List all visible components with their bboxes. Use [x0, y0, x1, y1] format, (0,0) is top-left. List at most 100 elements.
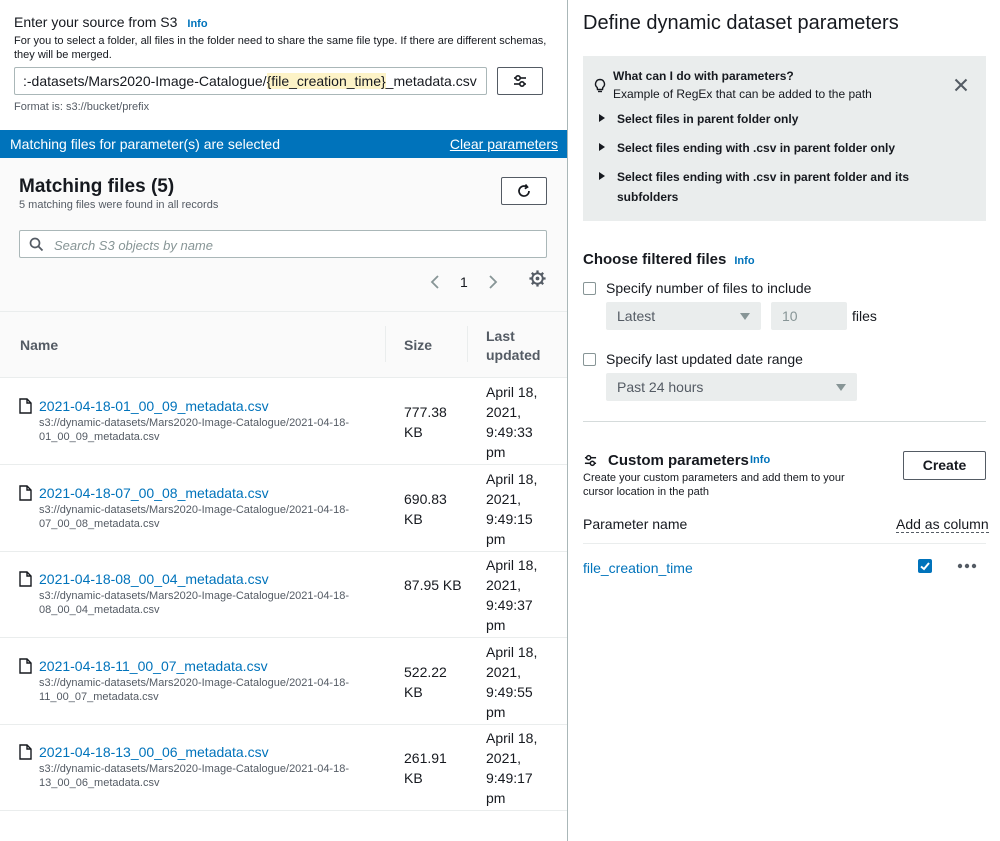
choose-info-link[interactable]: Info	[734, 255, 754, 267]
prev-page-button[interactable]	[428, 273, 442, 296]
file-last-updated: April 18, 2021, 9:49:33 pm	[486, 384, 538, 460]
search-box	[19, 230, 547, 258]
column-size[interactable]: Size	[404, 337, 432, 353]
help-item-label-continued: subfolders	[617, 190, 679, 204]
dropdown-arrow-icon	[836, 384, 846, 391]
caret-right-icon	[599, 143, 605, 151]
specify-number-checkbox[interactable]	[583, 282, 596, 295]
help-item-label: Select files ending with .csv in parent …	[617, 141, 896, 155]
file-name-link[interactable]: 2021-04-18-08_00_04_metadata.csv	[39, 571, 269, 587]
file-size: 87.95 KB	[404, 577, 462, 593]
create-button[interactable]: Create	[903, 451, 986, 480]
files-label: files	[852, 308, 877, 324]
file-path: s3://dynamic-datasets/Mars2020-Image-Cat…	[39, 677, 349, 703]
file-count-value: 10	[782, 308, 798, 324]
latest-dropdown-value: Latest	[617, 308, 656, 324]
source-title: Enter your source from S3 Info	[14, 14, 208, 30]
chevron-right-icon	[489, 275, 498, 289]
add-as-column-checkbox[interactable]	[918, 559, 932, 573]
file-name-link[interactable]: 2021-04-18-07_00_08_metadata.csv	[39, 485, 269, 501]
file-icon	[19, 485, 32, 501]
help-item-parent-only[interactable]: Select files in parent folder only	[599, 112, 798, 126]
path-parameter[interactable]: {file_creation_time}	[266, 73, 386, 89]
custom-parameters-description: Create your custom parameters and add th…	[583, 472, 845, 498]
file-path: s3://dynamic-datasets/Mars2020-Image-Cat…	[39, 763, 349, 789]
help-item-label: Select files ending with .csv in parent …	[617, 170, 910, 184]
specify-date-checkbox[interactable]	[583, 353, 596, 366]
file-path: s3://dynamic-datasets/Mars2020-Image-Cat…	[39, 417, 349, 443]
refresh-icon	[518, 183, 530, 197]
more-options-icon	[957, 563, 977, 569]
file-size: 522.22 KB	[404, 664, 447, 700]
file-icon	[19, 398, 32, 414]
matching-files-title: Matching files (5)	[19, 176, 175, 197]
sliders-icon	[584, 454, 597, 467]
date-range-dropdown[interactable]: Past 24 hours	[606, 373, 857, 401]
path-suffix: _metadata.csv	[385, 73, 477, 89]
next-page-button[interactable]	[486, 273, 500, 296]
table-row[interactable]: 2021-04-18-08_00_04_metadata.csv s3://dyn…	[0, 551, 567, 638]
parameter-name-link[interactable]: file_creation_time	[583, 560, 693, 576]
table-row[interactable]: 2021-04-18-11_00_07_metadata.csv s3://dyn…	[0, 638, 567, 725]
right-panel: Define dynamic dataset parameters What c…	[568, 0, 1000, 841]
table-row[interactable]: 2021-04-18-13_00_06_metadata.csv s3://dyn…	[0, 724, 567, 811]
help-question: What can I do with parameters?	[613, 69, 794, 83]
sliders-icon	[514, 74, 526, 88]
checkmark-icon	[920, 562, 930, 571]
close-icon[interactable]	[954, 78, 968, 92]
table-row[interactable]: 2021-04-18-07_00_08_metadata.csv s3://dyn…	[0, 465, 567, 552]
file-size: 690.83 KB	[404, 491, 447, 527]
banner-message: Matching files for parameter(s) are sele…	[10, 136, 280, 152]
latest-dropdown[interactable]: Latest	[606, 302, 761, 330]
gear-icon	[529, 270, 546, 287]
dropdown-arrow-icon	[740, 313, 750, 320]
clear-parameters-link[interactable]: Clear parameters	[450, 136, 558, 152]
source-info-link[interactable]: Info	[187, 18, 207, 30]
file-name-link[interactable]: 2021-04-18-11_00_07_metadata.csv	[39, 658, 268, 674]
path-prefix: :-datasets/Mars2020-Image-Catalogue/	[23, 73, 267, 89]
custom-info-link[interactable]: Info	[750, 454, 770, 466]
choose-filtered-title-text: Choose filtered files	[583, 251, 727, 268]
chevron-left-icon	[430, 275, 439, 289]
caret-right-icon	[599, 172, 605, 180]
table-row[interactable]: 2021-04-18-01_00_09_metadata.csv s3://dyn…	[0, 378, 567, 465]
column-name[interactable]: Name	[20, 337, 58, 353]
file-icon	[19, 571, 32, 587]
more-actions-button[interactable]	[957, 558, 977, 579]
lightbulb-icon	[594, 78, 606, 93]
refresh-button[interactable]	[501, 177, 547, 205]
caret-right-icon	[599, 114, 605, 122]
page-number[interactable]: 1	[460, 274, 468, 290]
date-range-value: Past 24 hours	[617, 379, 704, 395]
search-input[interactable]	[52, 234, 536, 256]
table-header: Name Size Last updated	[0, 311, 567, 378]
file-name-link[interactable]: 2021-04-18-01_00_09_metadata.csv	[39, 398, 269, 414]
file-count-input[interactable]: 10	[771, 302, 847, 330]
table-settings-button[interactable]	[528, 269, 547, 293]
s3-path-input[interactable]: :-datasets/Mars2020-Image-Catalogue/{fil…	[14, 67, 487, 95]
file-last-updated: April 18, 2021, 9:49:37 pm	[486, 557, 538, 633]
custom-parameters-title-text: Custom parameters	[608, 452, 749, 469]
section-divider	[583, 421, 986, 422]
matching-files-subtitle: 5 matching files were found in all recor…	[19, 199, 219, 211]
help-item-csv-parent-only[interactable]: Select files ending with .csv in parent …	[599, 141, 895, 155]
file-last-updated: April 18, 2021, 9:49:17 pm	[486, 730, 538, 806]
column-last-updated[interactable]: Last updated	[486, 327, 546, 365]
selection-banner: Matching files for parameter(s) are sele…	[0, 130, 567, 158]
file-size: 261.91 KB	[404, 750, 447, 786]
file-path: s3://dynamic-datasets/Mars2020-Image-Cat…	[39, 590, 349, 616]
help-example: Example of RegEx that can be added to th…	[613, 87, 872, 101]
file-last-updated: April 18, 2021, 9:49:15 pm	[486, 471, 538, 547]
specify-date-label: Specify last updated date range	[606, 351, 803, 367]
specify-number-label: Specify number of files to include	[606, 280, 812, 296]
format-hint: Format is: s3://bucket/prefix	[14, 101, 150, 113]
panel-title: Define dynamic dataset parameters	[583, 12, 899, 34]
help-item-csv-subfolders[interactable]: Select files ending with .csv in parent …	[599, 170, 910, 204]
file-path: s3://dynamic-datasets/Mars2020-Image-Cat…	[39, 504, 349, 530]
choose-filtered-title: Choose filtered files Info	[583, 251, 755, 268]
add-parameter-button[interactable]	[497, 67, 543, 95]
file-name-link[interactable]: 2021-04-18-13_00_06_metadata.csv	[39, 744, 269, 760]
source-description: For you to select a folder, all files in…	[14, 35, 547, 61]
file-last-updated: April 18, 2021, 9:49:55 pm	[486, 644, 538, 720]
parameter-name-header: Parameter name	[583, 516, 688, 532]
